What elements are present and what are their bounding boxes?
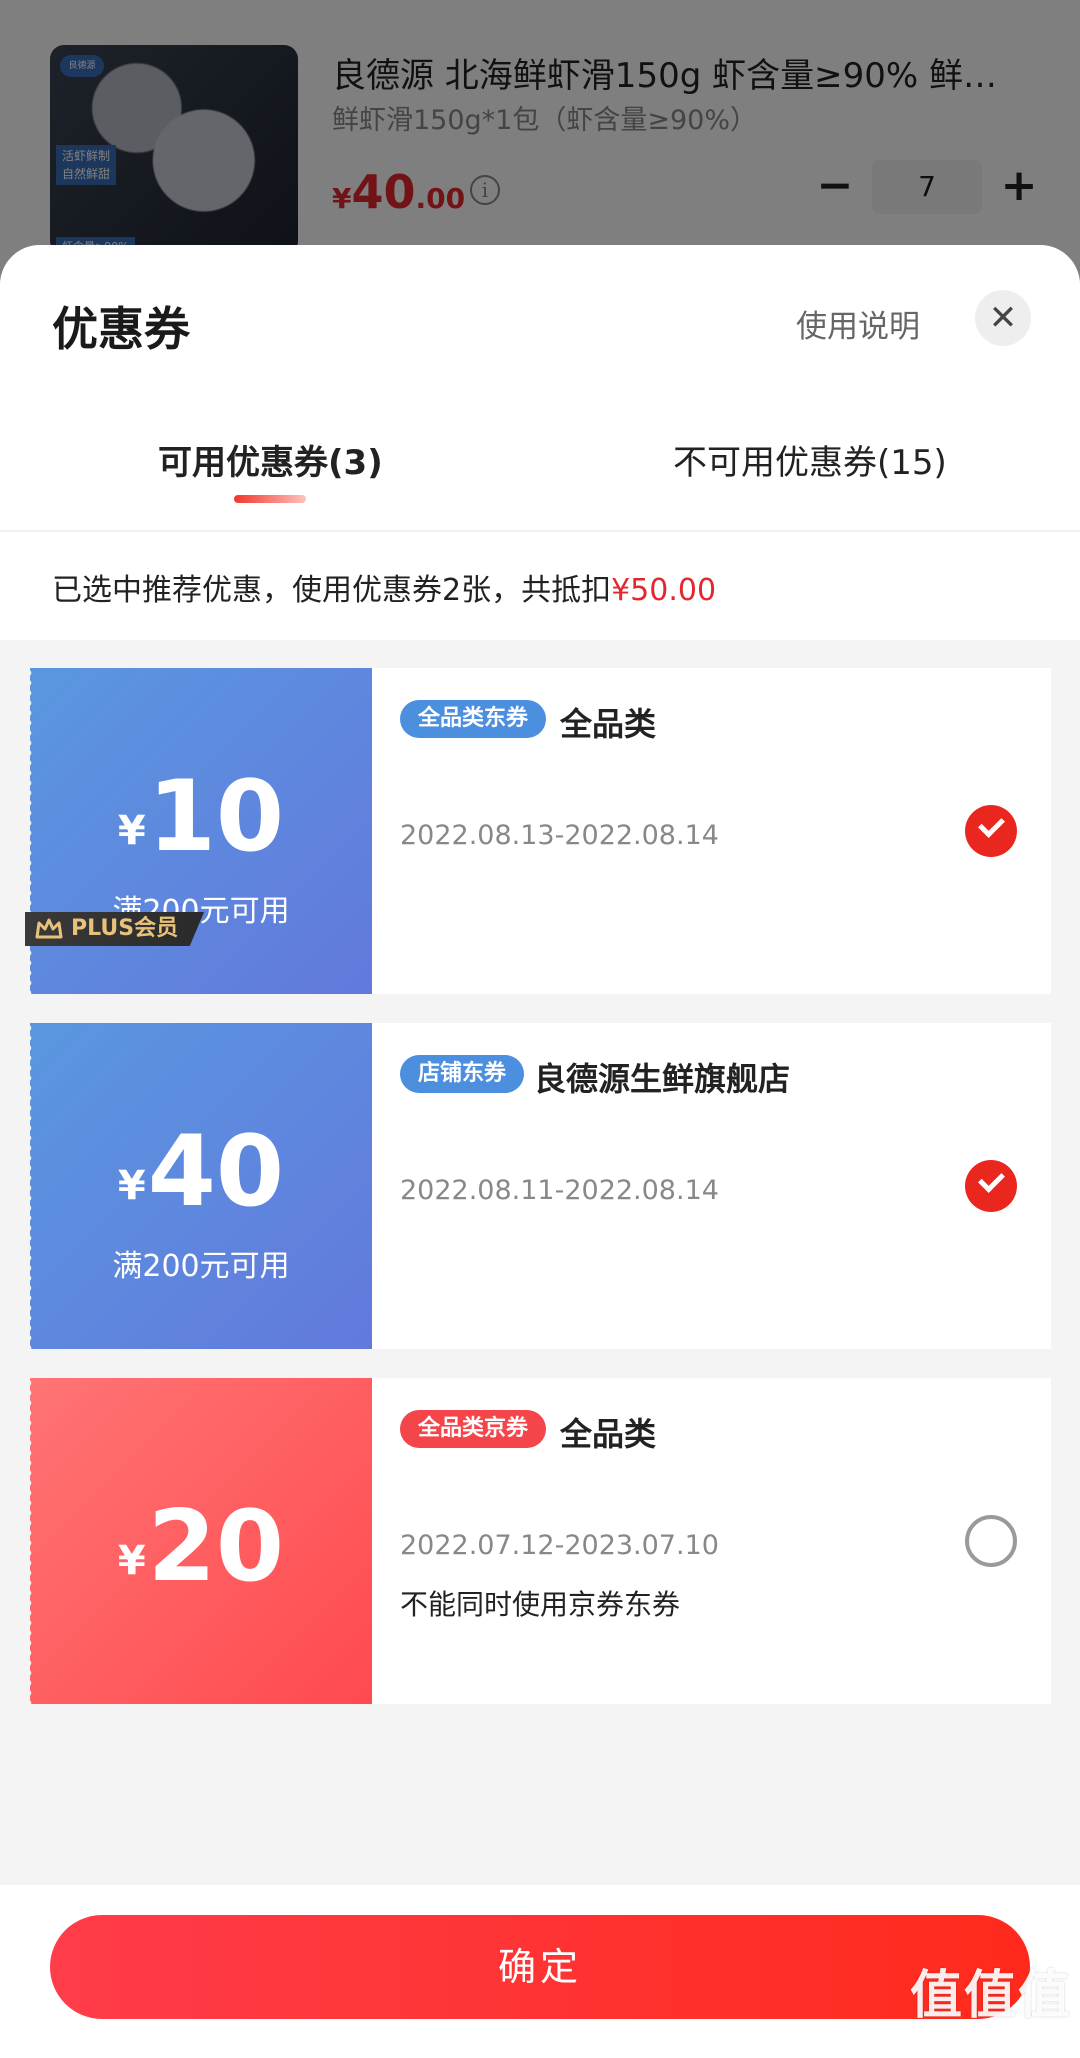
coupon-value-panel: ¥20 — [28, 1378, 372, 1704]
close-icon[interactable]: ✕ — [975, 290, 1031, 346]
coupon-name: 全品类 — [560, 705, 657, 743]
summary-amount: ¥50.00 — [611, 573, 717, 608]
coupon-amount: ¥10 — [117, 760, 285, 874]
coupon-type-badge: 全品类京券 — [400, 1410, 547, 1448]
coupon-validity: 2022.07.12-2023.07.10 — [400, 1530, 719, 1561]
usage-instructions-link[interactable]: 使用说明 — [796, 301, 920, 346]
coupon-validity: 2022.08.11-2022.08.14 — [400, 1175, 719, 1206]
watermark-url: zhizhizhi.com — [936, 2028, 1072, 2052]
coupon-card[interactable]: ¥20 全品类京券 全品类 2022.07.12-2023.07.10 不能同时… — [28, 1378, 1051, 1704]
plus-member-tag: PLUS会员 — [25, 912, 205, 946]
sheet-footer: 确定 值值值 zhizhizhi.com — [0, 1885, 1080, 2058]
summary-text: 已选中推荐优惠，使用优惠券2张，共抵扣 — [52, 573, 612, 608]
coupon-name: 全品类 — [560, 1415, 657, 1453]
tab-unavailable-coupons[interactable]: 不可用优惠券(15) — [673, 435, 947, 484]
sheet-title: 优惠券 — [52, 302, 190, 356]
coupon-checkbox[interactable] — [965, 1160, 1017, 1212]
coupon-restriction-note: 不能同时使用京券东券 — [400, 1588, 681, 1621]
sheet-header: 优惠券 使用说明 ✕ 可用优惠券(3) 不可用优惠券(15) — [0, 245, 1080, 530]
coupon-name: 良德源生鲜旗舰店 — [534, 1060, 791, 1098]
coupon-type-badge: 全品类东券 — [400, 700, 547, 738]
tab-available-coupons[interactable]: 可用优惠券(3) — [158, 435, 383, 484]
watermark-logo: 值值值 — [909, 1966, 1072, 2026]
watermark: 值值值 zhizhizhi.com — [910, 1953, 1072, 2052]
selection-summary: 已选中推荐优惠，使用优惠券2张，共抵扣¥50.00 — [0, 530, 1080, 640]
coupon-card[interactable]: ¥40 满200元可用 店铺东券 良德源生鲜旗舰店 2022.08.11-202… — [28, 1023, 1051, 1349]
coupon-condition: 满200元可用 — [112, 1249, 290, 1284]
coupon-checkbox[interactable] — [965, 1515, 1017, 1567]
coupon-validity: 2022.08.13-2022.08.14 — [400, 820, 719, 851]
confirm-button[interactable]: 确定 — [50, 1915, 1030, 2019]
coupon-value-panel: ¥40 满200元可用 — [28, 1023, 372, 1349]
coupon-amount: ¥20 — [117, 1490, 285, 1604]
coupon-checkbox[interactable] — [965, 805, 1017, 857]
coupon-sheet: 优惠券 使用说明 ✕ 可用优惠券(3) 不可用优惠券(15) 已选中推荐优惠，使… — [0, 245, 1080, 2058]
coupon-type-badge: 店铺东券 — [400, 1055, 525, 1093]
coupon-amount: ¥40 — [117, 1115, 285, 1229]
crown-icon — [35, 918, 63, 939]
active-tab-indicator — [234, 495, 306, 503]
